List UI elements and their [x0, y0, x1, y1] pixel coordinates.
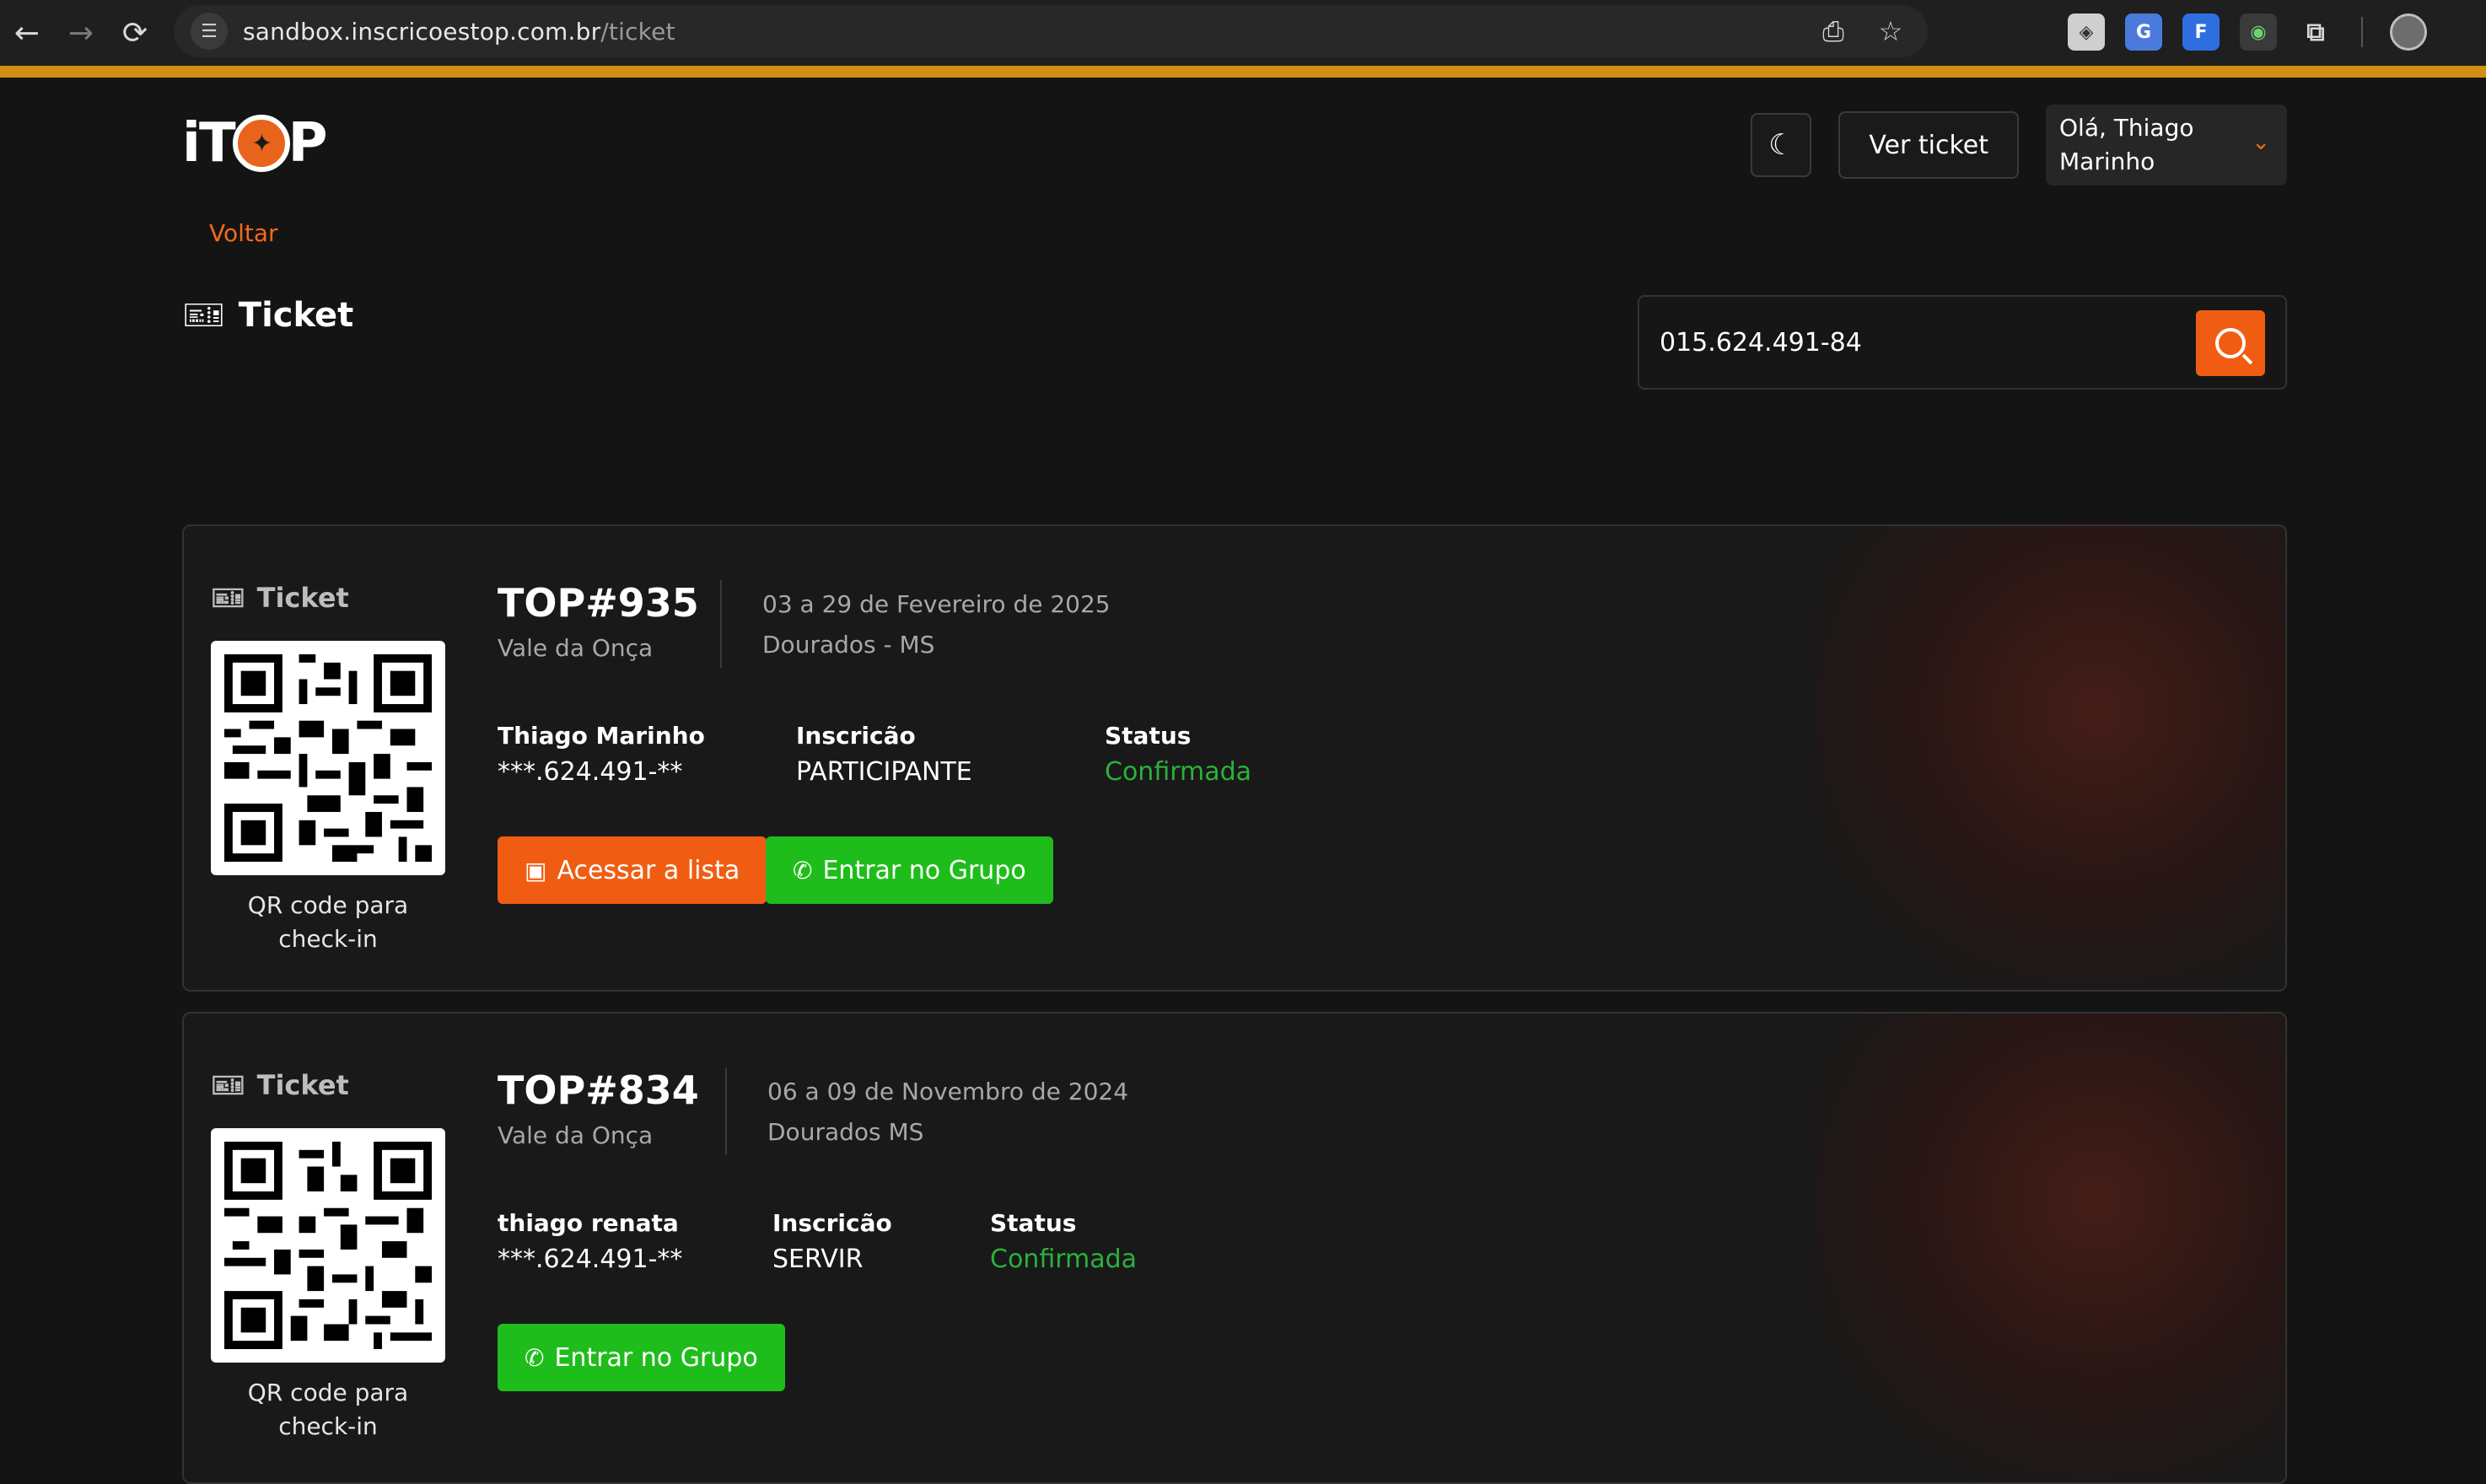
whatsapp-icon: ✆	[525, 1343, 545, 1372]
event-code: TOP#935	[498, 580, 699, 626]
fi-extension-icon[interactable]: F	[2182, 13, 2220, 51]
puzzle-extensions-icon[interactable]: ⧉	[2297, 13, 2334, 51]
globe-extension-icon[interactable]: ◉	[2240, 13, 2277, 51]
top-accent-bar	[0, 66, 2486, 78]
event-divider	[720, 580, 722, 668]
address-bar-actions: ⎙ ☆	[1816, 5, 1908, 57]
event-code: TOP#834	[498, 1067, 699, 1113]
browser-toolbar: ← → ⟳ ☰ sandbox.inscricoestop.com.br/tic…	[0, 0, 2486, 66]
participant-name: Thiago Marinho	[498, 722, 705, 750]
access-list-label: Acessar a lista	[557, 855, 740, 885]
registration-label: Inscricão	[796, 722, 916, 750]
event-dates: 06 a 09 de Novembro de 2024	[767, 1078, 1129, 1105]
event-city: Dourados - MS	[762, 631, 935, 659]
join-group-button[interactable]: ✆ Entrar no Grupo	[766, 836, 1053, 904]
back-link[interactable]: Voltar	[209, 219, 278, 247]
join-group-label: Entrar no Grupo	[822, 855, 1026, 885]
search-box	[1638, 295, 2287, 390]
participant-document: ***.624.491-**	[498, 1245, 683, 1274]
event-dates: 03 a 29 de Fevereiro de 2025	[762, 590, 1111, 618]
ticket-label-text: Ticket	[256, 582, 349, 614]
toolbar-divider	[2361, 17, 2363, 47]
bookmark-star-icon[interactable]: ☆	[1874, 14, 1908, 48]
participant-name: thiago renata	[498, 1209, 679, 1237]
status-label: Status	[1105, 722, 1192, 750]
browser-nav: ← → ⟳	[0, 0, 162, 66]
user-menu-dropdown[interactable]: Olá, Thiago Marinho ⌄	[2046, 105, 2287, 186]
logo-suffix: P	[288, 112, 328, 175]
ticket-label-text: Ticket	[256, 1069, 349, 1101]
ticket-label: 🎫︎ Ticket	[211, 582, 349, 614]
theme-toggle-button[interactable]: ☾	[1751, 113, 1812, 177]
event-place: Vale da Onça	[498, 1121, 654, 1149]
backpack-icon: ▣	[525, 856, 547, 884]
status-badge: Confirmada	[990, 1245, 1138, 1274]
site-header: iT ✦ P ☾ Ver ticket Olá, Thiago Marinho ⌄	[182, 103, 2287, 187]
access-list-button[interactable]: ▣ Acessar a lista	[498, 836, 767, 904]
install-app-icon[interactable]: ⎙	[1816, 14, 1850, 48]
user-greeting: Olá, Thiago Marinho	[2059, 114, 2194, 175]
reload-icon[interactable]: ⟳	[108, 6, 162, 60]
header-actions: ☾ Ver ticket Olá, Thiago Marinho ⌄	[1751, 103, 2287, 187]
document-search-input[interactable]	[1660, 317, 2182, 368]
moon-icon: ☾	[1768, 128, 1795, 162]
compass-icon: ✦	[232, 115, 290, 172]
page-title-row: 🎫︎ Ticket	[182, 295, 354, 336]
ticket-label: 🎫︎ Ticket	[211, 1069, 349, 1101]
participant-document: ***.624.491-**	[498, 757, 683, 787]
registration-value: SERVIR	[772, 1245, 864, 1274]
address-bar[interactable]: ☰ sandbox.inscricoestop.com.br/ticket ⎙ …	[174, 5, 1928, 57]
ticket-card: 🎫︎ Ticket QR code para check-in	[182, 1012, 2287, 1484]
status-badge: Confirmada	[1105, 757, 1252, 787]
forward-arrow-icon[interactable]: →	[54, 6, 108, 60]
page-title: Ticket	[238, 295, 354, 335]
status-label: Status	[990, 1209, 1077, 1237]
event-banner-image	[1813, 1014, 2285, 1482]
whatsapp-icon: ✆	[793, 856, 813, 884]
qr-code-image	[224, 1142, 432, 1349]
ticket-icon: 🎫︎	[211, 1069, 245, 1101]
checkin-qr-code	[211, 1128, 445, 1363]
translate-extension-icon[interactable]: G	[2125, 13, 2162, 51]
chevron-down-icon: ⌄	[2252, 130, 2270, 155]
page: iT ✦ P ☾ Ver ticket Olá, Thiago Marinho ⌄ …	[0, 78, 2486, 1484]
registration-label: Inscricão	[772, 1209, 892, 1237]
qr-caption: QR code para check-in	[247, 1379, 409, 1440]
ticket-icon: 🎫︎	[211, 582, 245, 614]
url-path: /ticket	[600, 17, 675, 46]
itop-logo[interactable]: iT ✦ P	[182, 111, 328, 175]
event-city: Dourados MS	[767, 1118, 924, 1146]
event-divider	[725, 1067, 727, 1155]
registration-value: PARTICIPANTE	[796, 757, 972, 787]
event-banner-image	[1813, 526, 2285, 990]
ticket-card: 🎫︎ Ticket QR code para check-in	[182, 524, 2287, 992]
shield-extension-icon[interactable]: ◈	[2068, 13, 2105, 51]
logo-prefix: iT	[182, 112, 236, 175]
join-group-button[interactable]: ✆ Entrar no Grupo	[498, 1324, 785, 1391]
qr-code-image	[224, 654, 432, 862]
search-button[interactable]	[2196, 310, 2265, 376]
profile-avatar[interactable]	[2390, 13, 2427, 51]
view-ticket-button[interactable]: Ver ticket	[1838, 111, 2019, 179]
search-icon	[2215, 328, 2246, 358]
event-place: Vale da Onça	[498, 634, 654, 662]
url-domain: sandbox.inscricoestop.com.br	[243, 17, 601, 46]
extensions-area: ◈ G F ◉ ⧉	[2068, 8, 2427, 56]
join-group-label: Entrar no Grupo	[554, 1342, 758, 1373]
back-arrow-icon[interactable]: ←	[0, 6, 54, 60]
checkin-qr-code	[211, 641, 445, 875]
site-settings-icon[interactable]: ☰	[191, 13, 228, 50]
qr-caption: QR code para check-in	[247, 891, 409, 953]
address-url[interactable]: sandbox.inscricoestop.com.br/ticket	[243, 18, 675, 46]
ticket-icon: 🎫︎	[182, 296, 225, 335]
